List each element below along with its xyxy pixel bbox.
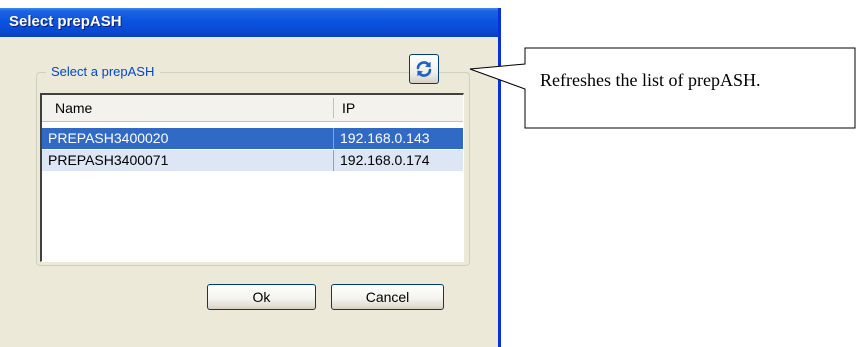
callout-text: Refreshes the list of prepASH. xyxy=(540,70,761,90)
screenshot-canvas: Select prepASH Select a prepASH Name IP … xyxy=(0,0,863,347)
callout-box xyxy=(469,47,856,129)
